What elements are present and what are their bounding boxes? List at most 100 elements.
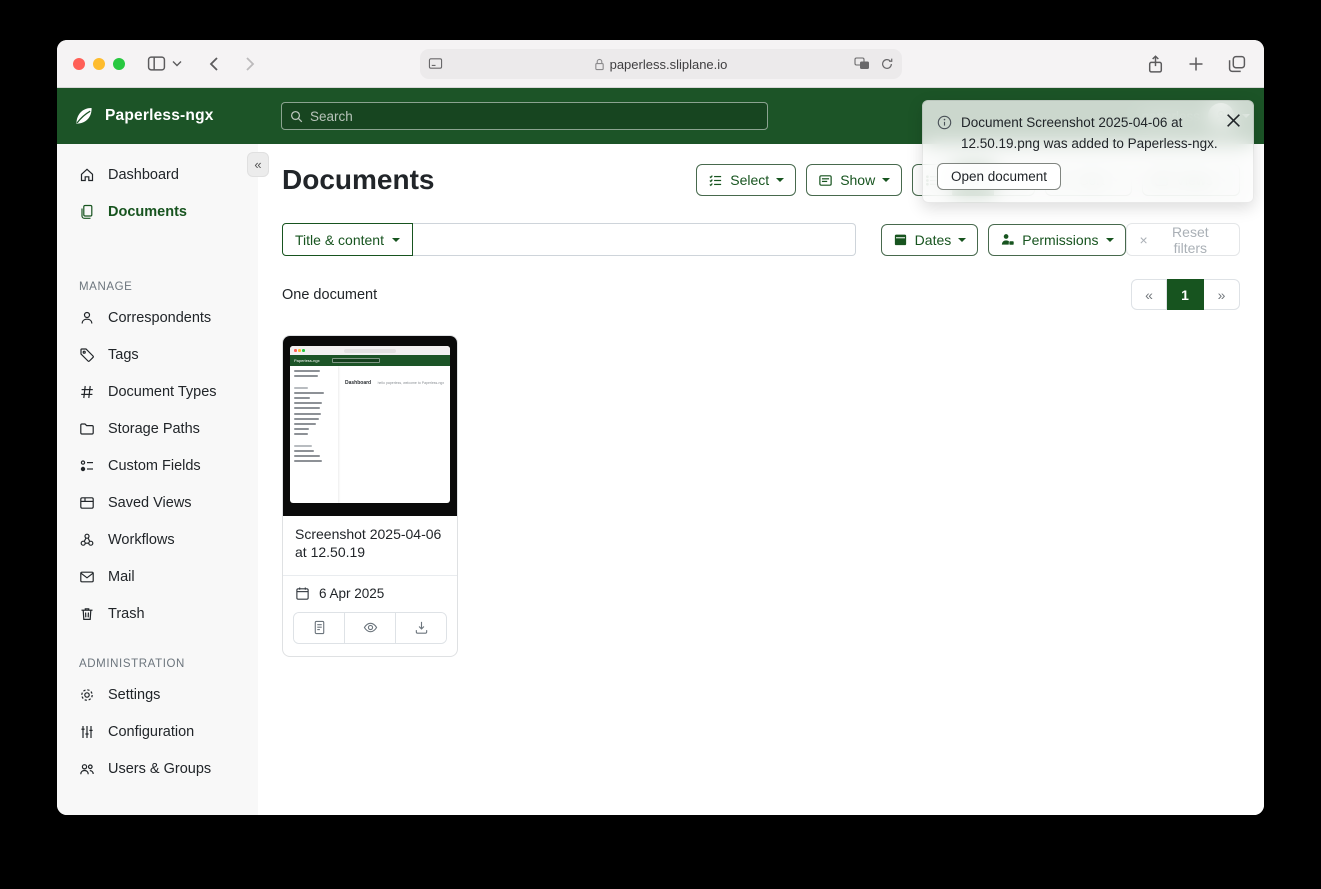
sidebar-chevron-icon[interactable] bbox=[172, 60, 182, 67]
person-icon bbox=[79, 310, 95, 326]
sidebar-section-administration: ADMINISTRATION bbox=[79, 658, 258, 670]
sidebar-item-label: Users & Groups bbox=[108, 761, 211, 777]
clear-icon: × bbox=[1140, 232, 1148, 248]
sidebar-item-tags[interactable]: Tags bbox=[57, 336, 258, 373]
reset-filters-button[interactable]: × Reset filters bbox=[1126, 223, 1241, 256]
toast-message: Document Screenshot 2025-04-06 at 12.50.… bbox=[961, 112, 1223, 154]
filter-text-input[interactable] bbox=[413, 223, 856, 256]
permissions-label: Permissions bbox=[1022, 232, 1098, 248]
search-icon bbox=[290, 110, 303, 123]
sidebar-item-saved-views[interactable]: Saved Views bbox=[57, 484, 258, 521]
main-content: Documents Select Show bbox=[258, 144, 1264, 815]
people-icon bbox=[79, 761, 95, 777]
document-title[interactable]: Screenshot 2025-04-06 at 12.50.19 bbox=[283, 516, 457, 576]
sidebar-item-label: Settings bbox=[108, 687, 160, 703]
pagination: « 1 » bbox=[1131, 279, 1240, 310]
dates-dropdown-button[interactable]: Dates bbox=[881, 224, 979, 256]
filter-type-label: Title & content bbox=[295, 232, 384, 248]
reader-view-icon[interactable] bbox=[428, 57, 443, 71]
sidebar-item-label: Custom Fields bbox=[108, 458, 201, 474]
open-document-button[interactable]: Open document bbox=[937, 163, 1061, 190]
sidebar-item-label: Storage Paths bbox=[108, 421, 200, 437]
select-dropdown-button[interactable]: Select bbox=[696, 164, 796, 196]
url-text: paperless.sliplane.io bbox=[610, 57, 728, 72]
close-window-button[interactable] bbox=[73, 58, 85, 70]
mail-icon bbox=[79, 569, 95, 585]
sidebar-item-dashboard[interactable]: Dashboard bbox=[57, 156, 258, 193]
lock-icon bbox=[594, 58, 605, 71]
sidebar-item-label: Trash bbox=[108, 606, 145, 622]
saved-views-icon bbox=[79, 495, 95, 511]
download-document-button[interactable] bbox=[395, 613, 446, 643]
global-search bbox=[281, 102, 768, 130]
sidebar-item-trash[interactable]: Trash bbox=[57, 595, 258, 632]
show-dropdown-button[interactable]: Show bbox=[806, 164, 902, 196]
sidebar-toggle-icon[interactable] bbox=[147, 55, 166, 72]
sidebar-item-users-groups[interactable]: Users & Groups bbox=[57, 750, 258, 787]
sidebar-item-label: Correspondents bbox=[108, 310, 211, 326]
zoom-window-button[interactable] bbox=[113, 58, 125, 70]
browser-window: paperless.sliplane.io bbox=[57, 40, 1264, 815]
sidebar-item-workflows[interactable]: Workflows bbox=[57, 521, 258, 558]
edit-document-button[interactable] bbox=[294, 613, 344, 643]
sidebar-item-label: Document Types bbox=[108, 384, 217, 400]
sliders-icon bbox=[79, 724, 95, 740]
mini-app-header: Paperless-ngx bbox=[290, 355, 450, 366]
sidebar-item-correspondents[interactable]: Correspondents bbox=[57, 299, 258, 336]
permissions-dropdown-button[interactable]: Permissions bbox=[988, 224, 1125, 256]
new-tab-icon[interactable] bbox=[1188, 56, 1204, 72]
show-icon bbox=[818, 173, 833, 188]
document-thumbnail[interactable]: Paperless-ngx bbox=[283, 336, 457, 516]
global-search-input[interactable] bbox=[310, 109, 759, 124]
custom-fields-icon bbox=[79, 458, 95, 474]
select-label: Select bbox=[730, 172, 769, 188]
sidebar-item-configuration[interactable]: Configuration bbox=[57, 713, 258, 750]
forward-button[interactable] bbox=[245, 56, 256, 72]
tab-overview-icon[interactable] bbox=[1228, 55, 1246, 73]
dates-label: Dates bbox=[915, 232, 952, 248]
reset-filters-label: Reset filters bbox=[1155, 224, 1226, 256]
pagination-prev-button[interactable]: « bbox=[1131, 279, 1167, 310]
sidebar-item-label: Configuration bbox=[108, 724, 194, 740]
app-brand[interactable]: Paperless-ngx bbox=[73, 105, 214, 127]
sidebar-item-mail[interactable]: Mail bbox=[57, 558, 258, 595]
sidebar-item-storage-paths[interactable]: Storage Paths bbox=[57, 410, 258, 447]
select-caret-icon bbox=[776, 178, 784, 182]
thumbnail-mini-browser: Paperless-ngx bbox=[290, 346, 450, 503]
window-controls bbox=[73, 58, 125, 70]
show-label: Show bbox=[840, 172, 875, 188]
pagination-next-button[interactable]: » bbox=[1204, 279, 1240, 310]
translate-icon[interactable] bbox=[854, 57, 870, 71]
toast-close-icon[interactable] bbox=[1223, 110, 1244, 131]
document-actions bbox=[293, 612, 447, 644]
address-bar[interactable]: paperless.sliplane.io bbox=[420, 49, 902, 79]
reload-icon[interactable] bbox=[880, 57, 894, 71]
sidebar-item-custom-fields[interactable]: Custom Fields bbox=[57, 447, 258, 484]
share-icon[interactable] bbox=[1147, 55, 1164, 74]
sidebar-item-document-types[interactable]: Document Types bbox=[57, 373, 258, 410]
sidebar-section-manage: MANAGE bbox=[79, 281, 258, 293]
sidebar-item-label: Dashboard bbox=[108, 167, 179, 183]
sidebar-item-label: Saved Views bbox=[108, 495, 192, 511]
sidebar-item-documents[interactable]: Documents bbox=[57, 193, 258, 230]
toast-notification: Document Screenshot 2025-04-06 at 12.50.… bbox=[922, 100, 1254, 203]
mini-dashboard-subtitle: hello paperless, welcome to Paperless-ng… bbox=[378, 381, 445, 385]
sidebar-collapse-button[interactable]: « bbox=[247, 152, 269, 177]
permissions-caret-icon bbox=[1106, 238, 1114, 242]
sidebar-item-settings[interactable]: Settings bbox=[57, 676, 258, 713]
back-button[interactable] bbox=[208, 56, 219, 72]
preview-document-button[interactable] bbox=[344, 613, 395, 643]
dates-caret-icon bbox=[958, 238, 966, 242]
sidebar-item-label: Tags bbox=[108, 347, 139, 363]
calendar-filled-icon bbox=[893, 232, 908, 247]
document-date: 6 Apr 2025 bbox=[319, 586, 384, 601]
pagination-page-1[interactable]: 1 bbox=[1167, 279, 1204, 310]
hash-icon bbox=[79, 384, 95, 400]
filter-type-dropdown-button[interactable]: Title & content bbox=[282, 223, 413, 256]
sidebar-item-label: Workflows bbox=[108, 532, 175, 548]
filter-bar: Title & content Dates Permis bbox=[282, 223, 1240, 256]
mini-dashboard: Dashboard hello paperless, welcome to Pa… bbox=[338, 366, 450, 503]
sidebar: « Dashboard Documents MANAGE Corresponde… bbox=[57, 144, 258, 815]
sidebar-item-label: Documents bbox=[108, 204, 187, 220]
minimize-window-button[interactable] bbox=[93, 58, 105, 70]
